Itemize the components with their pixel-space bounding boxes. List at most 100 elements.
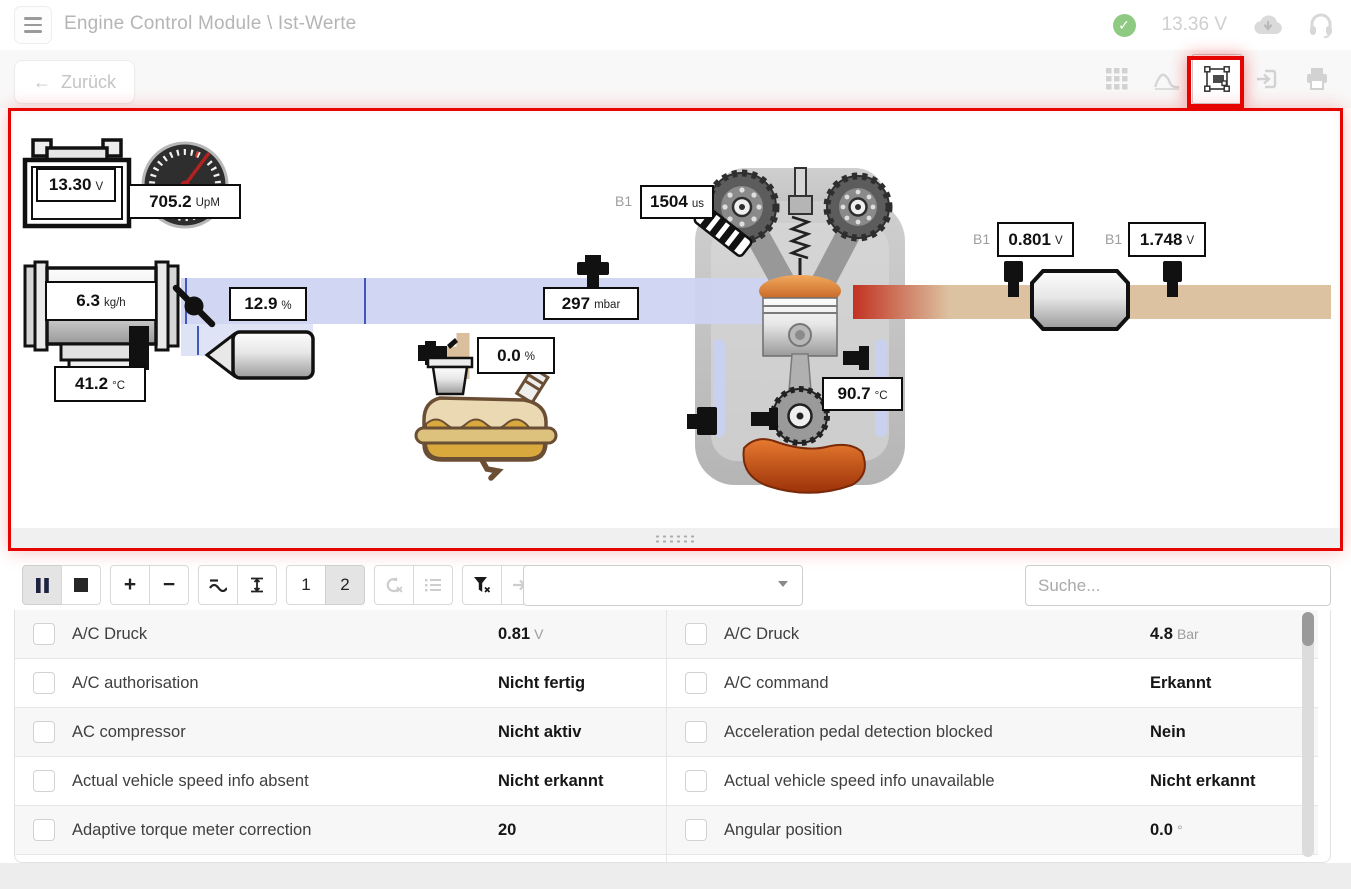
back-button[interactable]: ← Zurück [14,60,136,104]
graph-view-button[interactable] [1142,54,1192,104]
header-bar: Engine Control Module \ Ist-Werte ✓ 13.3… [0,0,1351,50]
status-ok-icon: ✓ [1112,13,1136,37]
panel-resize-handle[interactable] [11,528,1340,548]
table-row[interactable]: Actual vehicle speed info absent Nicht e… [15,757,666,806]
vehicle-voltage-status: 13.36 V [1161,14,1228,35]
auto-height-button[interactable] [237,565,277,605]
row-value: Erkannt [1150,673,1212,692]
headphones-support-icon[interactable] [1309,12,1333,38]
grip-dots-icon [653,533,698,543]
row-label: A/C command [724,673,829,692]
row-value: 20 [498,820,517,839]
row-label: Acceleration pedal detection blocked [724,722,993,741]
row-checkbox[interactable] [33,819,55,841]
zoom-out-button[interactable]: − [149,565,189,605]
page-title: Engine Control Module \ Ist-Werte [64,13,357,34]
throttle-position-box[interactable]: 12.9% [229,287,307,321]
row-label: Actual vehicle speed info unavailable [724,771,995,790]
table-row[interactable]: AC compressor Nicht aktiv [15,708,666,757]
row-checkbox[interactable] [685,672,707,694]
o2-pre-cat-box[interactable]: 0.801 V [997,222,1074,257]
table-row[interactable]: Angular position 0.0 ° [667,806,1318,855]
print-button[interactable] [1292,54,1342,104]
row-value: Nicht erkannt [1150,771,1256,790]
air-mass-box[interactable]: 6.3 kg/h [45,281,157,321]
row-label: Actual vehicle speed info absent [72,771,309,790]
value-group-select[interactable] [523,565,803,606]
row-label: Angular position [724,820,843,839]
dashboard-edit-button[interactable] [1192,54,1242,104]
curve-scale-button[interactable] [198,565,238,605]
crankshaft-gear [770,386,830,446]
row-checkbox[interactable] [33,770,55,792]
app-window: Engine Control Module \ Ist-Werte ✓ 13.3… [0,0,1351,889]
injection-time-box[interactable]: 1504 us [640,185,714,219]
chevron-down-icon [778,581,788,587]
table-row[interactable]: Adaptive torque meter correction 20 [15,806,666,855]
table-row[interactable]: A/C Druck 4.8 Bar [667,610,1318,659]
cloud-download-icon[interactable] [1253,14,1283,36]
row-checkbox[interactable] [685,819,707,841]
row-value: Nicht erkannt [498,771,604,790]
table-right-column: A/C Druck 4.8 Bar A/C command Erkannt Acc… [666,610,1318,862]
values-list-toolbar: + − 1 2 [0,563,1351,607]
row-checkbox[interactable] [685,623,707,645]
columns-two-button[interactable]: 2 [325,565,365,605]
reset-values-button[interactable] [374,565,414,605]
table-row[interactable]: A/C Druck 0.81 V [15,610,666,659]
zoom-in-button[interactable]: + [110,565,150,605]
row-label: A/C Druck [72,624,148,643]
row-label: A/C authorisation [72,673,199,692]
battery-voltage-box[interactable]: 13.30 V [36,168,116,202]
search-input[interactable] [1025,565,1331,606]
row-value: Nicht fertig [498,673,586,692]
injection-bank-label: B1 [615,193,633,209]
table-scrollbar-thumb[interactable] [1302,612,1314,646]
o2-post-cat-box[interactable]: 1.748 V [1128,222,1206,257]
row-checkbox[interactable] [33,721,55,743]
knock-sensor-icon [687,407,717,435]
stop-button[interactable] [61,565,101,605]
annotation-frame-diagram: 13.30 V 705.2 UpM 6.3 kg/h 41.2 °C 12.9% 297… [8,108,1343,551]
table-scrollbar[interactable] [1302,612,1314,857]
table-left-column: A/C Druck 0.81 V A/C authorisation Nicht … [15,610,666,862]
pause-button[interactable] [22,565,62,605]
table-row[interactable]: Acceleration pedal detection blocked Nei… [667,708,1318,757]
engine-diagram: 13.30 V 705.2 UpM 6.3 kg/h 41.2 °C 12.9% 297… [11,111,1340,528]
live-values-table: A/C Druck 0.81 V A/C authorisation Nicht … [14,610,1331,863]
export-button[interactable] [1242,54,1292,104]
row-value: 0.0 ° [1150,820,1183,839]
coolant-temp-box[interactable]: 90.7 °C [822,377,903,411]
clear-filter-button[interactable] [462,565,502,605]
row-checkbox[interactable] [685,721,707,743]
row-checkbox[interactable] [33,623,55,645]
row-label: AC compressor [72,722,186,741]
row-label: A/C Druck [724,624,800,643]
table-row[interactable]: A/C authorisation Nicht fertig [15,659,666,708]
reservoir-cup-icon [426,356,474,396]
row-value: Nicht aktiv [498,722,582,741]
row-checkbox[interactable] [33,672,55,694]
grid-view-button[interactable] [1092,54,1142,104]
engine-rpm-box[interactable]: 705.2 UpM [128,184,241,219]
columns-one-button[interactable]: 1 [286,565,326,605]
sub-toolbar: ← Zurück [0,50,1351,108]
page-bottom-strip [0,863,1351,889]
intake-air-temp-box[interactable]: 41.2 °C [54,366,146,402]
back-arrow-icon: ← [33,71,51,92]
manifold-pressure-box[interactable]: 297 mbar [543,287,639,320]
back-button-label: Zurück [61,71,117,92]
catalytic-converter-icon [1030,269,1130,331]
engine-diagram-graphics [22,138,1331,494]
row-label: Adaptive torque meter correction [72,820,312,839]
row-checkbox[interactable] [685,770,707,792]
table-row[interactable]: A/C command Erkannt [667,659,1318,708]
select-list-button[interactable] [413,565,453,605]
hamburger-menu-button[interactable] [14,6,52,44]
row-value: 4.8 Bar [1150,624,1199,643]
camshaft-gear-right [823,172,893,242]
egr-position-box[interactable]: 0.0% [477,337,555,374]
o2-pre-bank-label: B1 [973,231,991,247]
row-value: Nein [1150,722,1186,741]
table-row[interactable]: Actual vehicle speed info unavailable Ni… [667,757,1318,806]
